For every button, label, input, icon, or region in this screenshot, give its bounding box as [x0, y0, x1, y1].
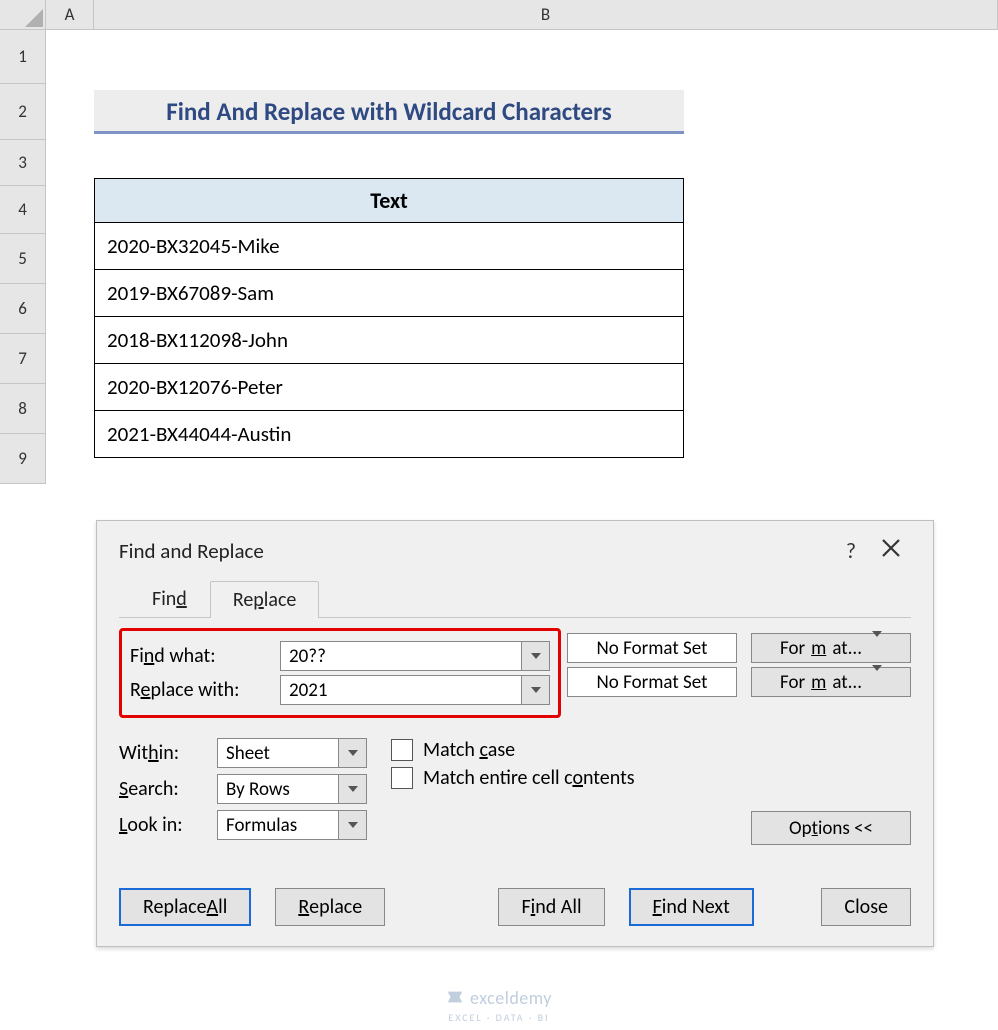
within-label: Within:	[119, 741, 217, 765]
search-value: By Rows	[218, 775, 338, 803]
replace-all-button[interactable]: Replace All	[119, 888, 251, 926]
find-format-preview: No Format Set	[567, 633, 737, 663]
dialog-title: Find and Replace	[119, 538, 831, 564]
row-header-9[interactable]: 9	[0, 434, 46, 484]
watermark: exceldemy EXCEL · DATA · BI	[0, 987, 998, 1024]
title-text: Find And Replace with Wildcard Character…	[166, 96, 611, 127]
table-cell[interactable]: 2018-BX112098-John	[95, 317, 684, 364]
table-cell[interactable]: 2019-BX67089-Sam	[95, 270, 684, 317]
search-select[interactable]: By Rows	[217, 774, 367, 804]
table-cell[interactable]: 2020-BX12076-Peter	[95, 364, 684, 411]
column-header-A[interactable]: A	[46, 0, 94, 30]
within-select[interactable]: Sheet	[217, 738, 367, 768]
find-all-button[interactable]: Find All	[498, 888, 604, 926]
select-all-corner[interactable]	[0, 0, 46, 30]
row-header-1[interactable]: 1	[0, 30, 46, 84]
column-header-B[interactable]: B	[94, 0, 998, 30]
table-cell[interactable]: 2021-BX44044-Austin	[95, 411, 684, 458]
close-button[interactable]: Close	[821, 888, 911, 926]
find-what-dropdown-icon[interactable]	[521, 642, 549, 670]
within-value: Sheet	[218, 739, 338, 767]
table-header-text[interactable]: Text	[95, 179, 684, 223]
find-format-button[interactable]: Format...	[751, 633, 911, 663]
replace-format-preview: No Format Set	[567, 667, 737, 697]
chevron-down-icon[interactable]	[338, 739, 366, 767]
tab-replace[interactable]: Replace	[210, 581, 320, 618]
look-in-value: Formulas	[218, 811, 338, 839]
find-next-button[interactable]: Find Next	[629, 888, 754, 926]
close-icon[interactable]	[871, 538, 911, 563]
row-header-5[interactable]: 5	[0, 234, 46, 284]
replace-with-input[interactable]	[281, 676, 521, 704]
replace-button[interactable]: Replace	[275, 888, 385, 926]
options-button[interactable]: Options <<	[751, 811, 911, 845]
replace-with-label: Replace with:	[130, 678, 280, 702]
row-header-4[interactable]: 4	[0, 186, 46, 234]
find-replace-dialog: Find and Replace ? Find Replace Find wha…	[96, 520, 934, 947]
find-what-input[interactable]	[281, 642, 521, 670]
match-entire-label: Match entire cell contents	[423, 766, 635, 790]
replace-format-button[interactable]: Format...	[751, 667, 911, 697]
replace-with-combo[interactable]	[280, 675, 550, 705]
look-in-select[interactable]: Formulas	[217, 810, 367, 840]
match-entire-checkbox[interactable]	[391, 767, 413, 789]
chevron-down-icon[interactable]	[338, 775, 366, 803]
title-cell[interactable]: Find And Replace with Wildcard Character…	[94, 90, 684, 134]
row-header-7[interactable]: 7	[0, 334, 46, 384]
help-button[interactable]: ?	[831, 537, 871, 564]
search-label: Search:	[119, 777, 217, 801]
find-what-combo[interactable]	[280, 641, 550, 671]
match-case-checkbox[interactable]	[391, 739, 413, 761]
look-in-label: Look in:	[119, 813, 217, 837]
replace-with-dropdown-icon[interactable]	[521, 676, 549, 704]
match-case-label: Match case	[423, 738, 515, 762]
row-header-8[interactable]: 8	[0, 384, 46, 434]
tab-find[interactable]: Find	[129, 580, 210, 617]
table-cell[interactable]: 2020-BX32045-Mike	[95, 223, 684, 270]
find-replace-fields-highlight: Find what: Replace with:	[119, 628, 561, 718]
row-header-6[interactable]: 6	[0, 284, 46, 334]
chevron-down-icon[interactable]	[338, 811, 366, 839]
data-table: Text 2020-BX32045-Mike2019-BX67089-Sam20…	[94, 178, 684, 458]
find-what-label: Find what:	[130, 644, 280, 668]
row-header-2[interactable]: 2	[0, 84, 46, 140]
row-header-3[interactable]: 3	[0, 140, 46, 186]
